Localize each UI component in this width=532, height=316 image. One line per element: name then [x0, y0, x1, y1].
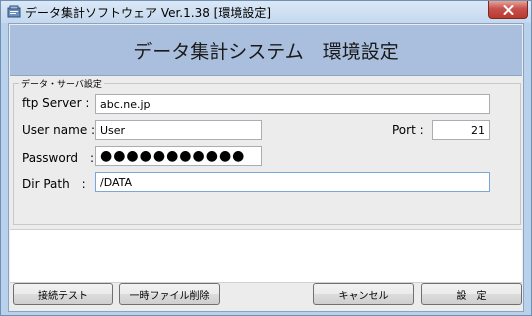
port-label: Port : [392, 123, 424, 137]
title-bar[interactable]: データ集計ソフトウェア Ver.1.38 [環境設定] [1, 1, 531, 23]
dir-path-input[interactable] [95, 172, 490, 192]
client-area: データ集計システム 環境設定 データ・サーバ設定 ftp Server : Us… [8, 23, 524, 312]
user-name-input[interactable] [95, 120, 262, 140]
banner-title: データ集計システム 環境設定 [133, 41, 399, 63]
group-label: データ・サーバ設定 [19, 77, 104, 90]
close-x-icon [503, 4, 513, 15]
password-input[interactable] [95, 146, 262, 166]
cancel-button[interactable]: キャンセル [313, 283, 414, 305]
delete-temp-files-button[interactable]: 一時ファイル削除 [119, 283, 220, 305]
port-input[interactable] [432, 120, 490, 140]
window-title: データ集計ソフトウェア Ver.1.38 [環境設定] [25, 6, 272, 20]
empty-panel [10, 229, 522, 283]
close-button[interactable] [488, 1, 528, 19]
ftp-server-input[interactable] [95, 94, 490, 114]
header-banner: データ集計システム 環境設定 [10, 25, 522, 76]
settings-window: データ集計ソフトウェア Ver.1.38 [環境設定] データ集計システム 環境… [0, 0, 532, 316]
ftp-server-label: ftp Server : [22, 96, 90, 110]
save-settings-button[interactable]: 設 定 [421, 283, 522, 305]
user-name-label: User name : [22, 123, 96, 137]
password-label: Password : [22, 151, 95, 165]
test-connection-button[interactable]: 接続テスト [13, 283, 113, 305]
app-icon [7, 5, 21, 18]
dir-path-label: Dir Path : [22, 177, 86, 191]
